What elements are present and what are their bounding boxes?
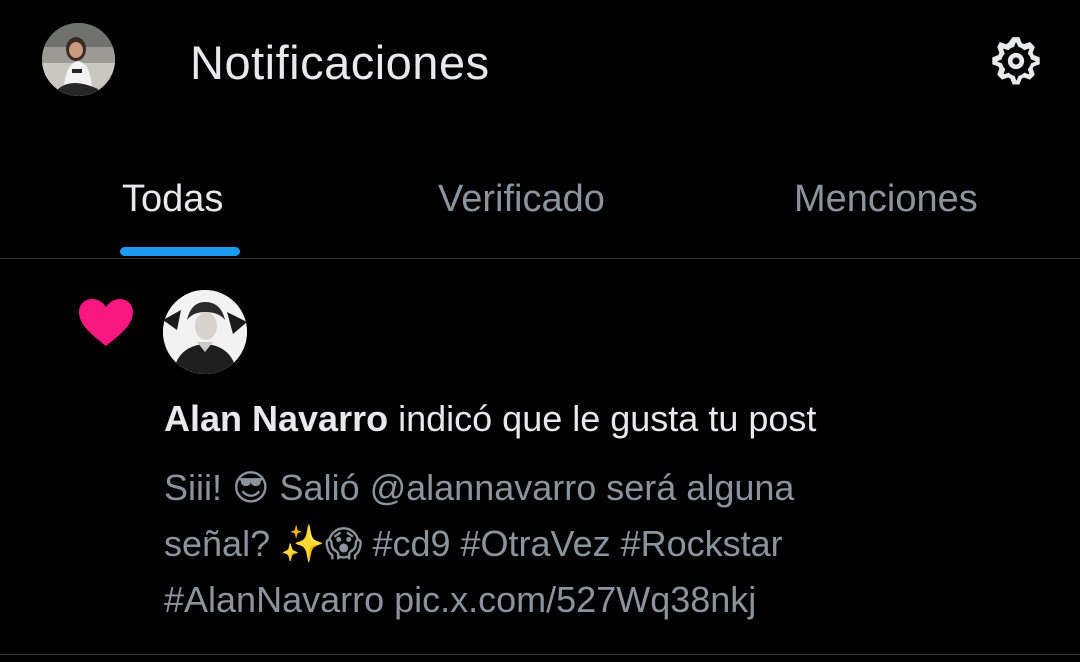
post-preview-line: señal? ✨😱 #cd9 #OtraVez #Rockstar	[164, 523, 783, 564]
post-preview-line: Siii! 😎 Salió @alannavarro será alguna	[164, 467, 795, 508]
notification-text: Alan Navarro indicó que le gusta tu post	[164, 396, 816, 442]
post-preview[interactable]: Siii! 😎 Salió @alannavarro será alguna s…	[164, 460, 1044, 628]
tabs-divider	[0, 258, 1080, 259]
tab-verificado[interactable]: Verificado	[438, 174, 605, 224]
gear-icon	[992, 37, 1040, 85]
settings-button[interactable]	[986, 31, 1046, 91]
tab-menciones[interactable]: Menciones	[794, 174, 978, 224]
actor-avatar[interactable]	[163, 290, 247, 374]
notification-divider	[0, 654, 1080, 655]
like-notification[interactable]: Alan Navarro indicó que le gusta tu post…	[0, 260, 1080, 652]
top-app-bar: Notificaciones	[0, 0, 1080, 130]
action-text: indicó que le gusta tu post	[398, 398, 817, 439]
profile-photo-icon	[42, 23, 115, 96]
my-profile-avatar[interactable]	[42, 23, 115, 96]
actor-name[interactable]: Alan Navarro	[164, 398, 388, 439]
heart-icon	[78, 298, 134, 348]
page-title: Notificaciones	[190, 36, 490, 89]
active-tab-indicator	[120, 247, 240, 256]
post-preview-line: #AlanNavarro pic.x.com/527Wq38nkj	[164, 579, 757, 620]
actor-photo-icon	[163, 290, 247, 374]
notification-tabs: Todas Verificado Menciones	[0, 150, 1080, 258]
tab-todas[interactable]: Todas	[122, 174, 223, 224]
